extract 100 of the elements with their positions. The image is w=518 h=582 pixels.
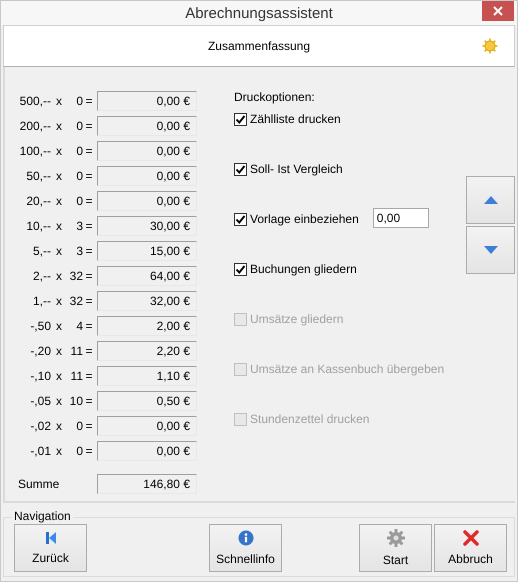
gear-icon xyxy=(386,529,404,547)
multiply-sign: x xyxy=(55,418,63,432)
equals-sign: = xyxy=(84,344,94,358)
multiply-sign: x xyxy=(55,444,63,458)
equals-sign: = xyxy=(84,418,94,432)
checkbox[interactable]: Vorlage einbeziehen xyxy=(234,210,359,228)
equals-sign: = xyxy=(84,368,94,382)
checkbox[interactable]: Zählliste drucken xyxy=(234,110,341,128)
checkbox[interactable]: Buchungen gliedern xyxy=(234,260,357,278)
total-field: 146,80 € xyxy=(97,474,197,494)
denomination-label: 200,-- xyxy=(18,118,51,132)
multiply-sign: x xyxy=(55,268,63,282)
amount-field: 64,00 € xyxy=(97,266,197,286)
amount-field: 0,00 € xyxy=(97,116,197,136)
count-value: 3 xyxy=(75,244,83,258)
count-value: 0 xyxy=(75,168,83,182)
denomination-label: 500,-- xyxy=(18,94,51,108)
equals-sign: = xyxy=(84,194,94,208)
cancel-button[interactable]: Abbruch xyxy=(434,524,507,572)
count-value: 32 xyxy=(68,268,83,282)
amount-field: 2,20 € xyxy=(97,340,197,360)
amount-field: 0,00 € xyxy=(97,140,197,160)
multiply-sign: x xyxy=(55,368,63,382)
denomination-label: 1,-- xyxy=(32,294,51,308)
count-value: 3 xyxy=(75,218,83,232)
amount-field: 2,00 € xyxy=(97,316,197,336)
total-label: Summe xyxy=(17,476,60,490)
equals-sign: = xyxy=(84,218,94,232)
equals-sign: = xyxy=(84,268,94,282)
equals-sign: = xyxy=(84,144,94,158)
amount-field: 0,00 € xyxy=(97,440,197,460)
amount-field: 32,00 € xyxy=(97,290,197,310)
equals-sign: = xyxy=(84,318,94,332)
multiply-sign: x xyxy=(55,394,63,408)
multiply-sign: x xyxy=(55,144,63,158)
multiply-sign: x xyxy=(55,294,63,308)
check-icon xyxy=(235,214,246,224)
amount-field: 0,00 € xyxy=(97,90,197,110)
count-value: 0 xyxy=(75,418,83,432)
cross-icon xyxy=(462,530,478,546)
page-title: Zusammenfassung xyxy=(208,39,310,53)
check-icon xyxy=(235,164,246,174)
multiply-sign: x xyxy=(55,318,63,332)
multiply-sign: x xyxy=(55,344,63,358)
info-icon xyxy=(238,530,254,546)
equals-sign: = xyxy=(84,444,94,458)
denomination-label: 10,-- xyxy=(25,218,51,232)
move-down-button[interactable] xyxy=(466,226,515,274)
close-icon xyxy=(493,6,503,16)
section-title: Druckoptionen: xyxy=(234,90,316,106)
up-triangle-icon xyxy=(484,196,498,204)
amount-field: 0,00 € xyxy=(97,166,197,186)
amount-field: 0,00 € xyxy=(97,190,197,210)
denomination-label: -,10 xyxy=(29,368,51,382)
close-button[interactable] xyxy=(482,1,514,21)
amount-field: 0,50 € xyxy=(97,390,197,410)
denomination-label: -,50 xyxy=(29,318,51,332)
input-field[interactable]: 0,00 xyxy=(372,208,429,228)
group-title: Navigation xyxy=(12,509,73,523)
denomination-label: -,20 xyxy=(29,344,51,358)
multiply-sign: x xyxy=(55,244,63,258)
checkbox[interactable]: Soll- Ist Vergleich xyxy=(234,160,343,178)
equals-sign: = xyxy=(84,118,94,132)
equals-sign: = xyxy=(84,294,94,308)
multiply-sign: x xyxy=(55,194,63,208)
denomination-label: 20,-- xyxy=(25,194,51,208)
count-value: 0 xyxy=(75,94,83,108)
amount-field: 30,00 € xyxy=(97,216,197,236)
equals-sign: = xyxy=(84,244,94,258)
count-value: 11 xyxy=(70,344,83,358)
check-icon xyxy=(235,114,246,124)
denomination-label: 50,-- xyxy=(25,168,51,182)
multiply-sign: x xyxy=(55,94,63,108)
count-value: 4 xyxy=(75,318,83,332)
amount-field: 0,00 € xyxy=(97,416,197,436)
move-up-button[interactable] xyxy=(466,176,515,224)
equals-sign: = xyxy=(84,394,94,408)
check-icon xyxy=(235,264,246,274)
count-value: 0 xyxy=(75,118,83,132)
amount-field: 15,00 € xyxy=(97,240,197,260)
start-button[interactable]: Start xyxy=(359,524,432,572)
count-value: 32 xyxy=(68,294,83,308)
denomination-label: -,01 xyxy=(29,444,51,458)
skip-back-icon xyxy=(44,531,56,545)
denomination-label: 5,-- xyxy=(32,244,51,258)
count-value: 0 xyxy=(75,194,83,208)
sun-icon xyxy=(482,38,498,54)
denomination-label: -,02 xyxy=(29,418,51,432)
count-value: 10 xyxy=(68,394,83,408)
multiply-sign: x xyxy=(55,118,63,132)
equals-sign: = xyxy=(84,94,94,108)
window-title: Abrechnungsassistent xyxy=(185,4,333,22)
multiply-sign: x xyxy=(55,218,63,232)
count-value: 11 xyxy=(70,368,83,382)
info-button[interactable]: Schnellinfo xyxy=(209,524,282,572)
denomination-label: 2,-- xyxy=(32,268,51,282)
denomination-label: -,05 xyxy=(29,394,51,408)
count-value: 0 xyxy=(75,144,83,158)
back-button[interactable]: Zurück xyxy=(14,524,87,572)
down-triangle-icon xyxy=(484,246,498,254)
